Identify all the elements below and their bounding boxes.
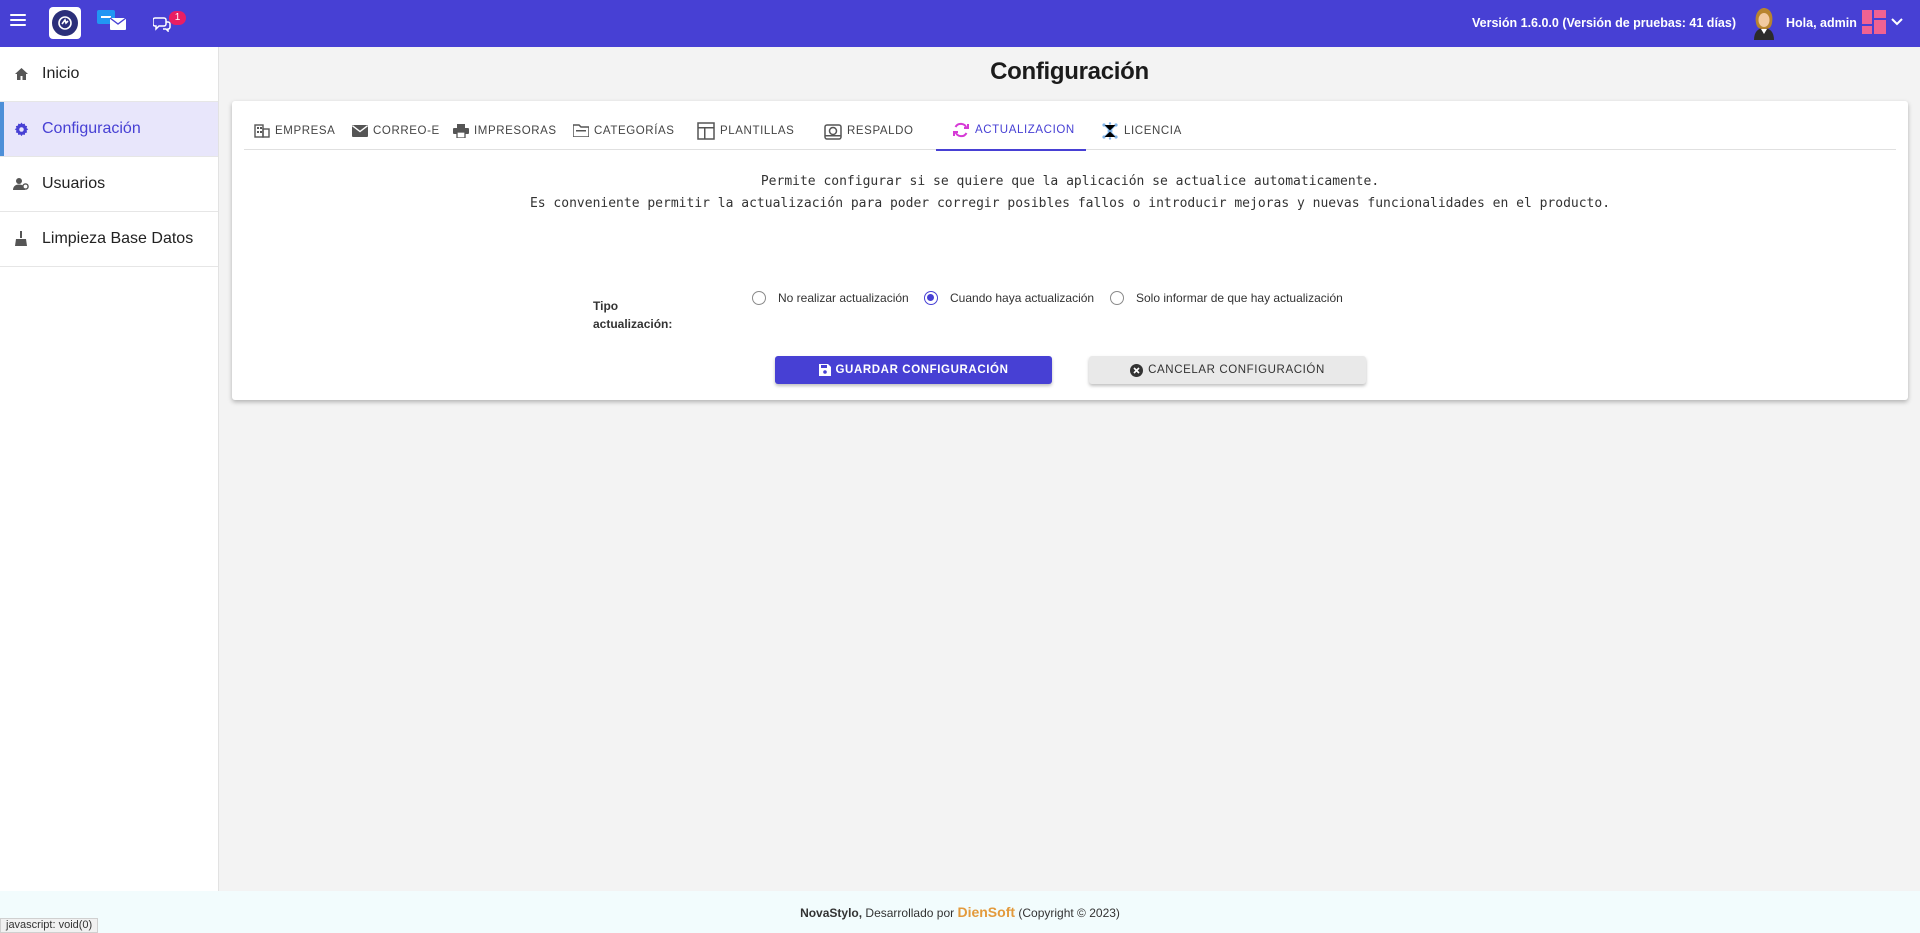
sidebar-item-inicio[interactable]: Inicio bbox=[0, 47, 218, 102]
cancel-button-label: CANCELAR CONFIGURACIÓN bbox=[1148, 364, 1325, 376]
gear-icon bbox=[13, 121, 29, 137]
users-gear-icon bbox=[13, 176, 29, 192]
settings-tabs: EMPRESA CORREO-E IMPRESORAS CATEGORÍAS P… bbox=[244, 111, 1896, 151]
messages-icon[interactable] bbox=[96, 9, 130, 33]
broom-icon bbox=[13, 231, 29, 247]
tab-categorias[interactable]: CATEGORÍAS bbox=[573, 111, 675, 150]
settings-card: EMPRESA CORREO-E IMPRESORAS CATEGORÍAS P… bbox=[232, 101, 1908, 400]
tab-impresoras[interactable]: IMPRESORAS bbox=[453, 111, 557, 150]
printer-icon bbox=[453, 123, 469, 138]
description-line: Es conveniente permitir la actualización… bbox=[529, 196, 1611, 211]
footer-copyright: (Copyright © 2023) bbox=[1015, 906, 1120, 920]
tab-actualizacion[interactable]: ACTUALIZACION bbox=[936, 111, 1086, 151]
tab-label: IMPRESORAS bbox=[474, 124, 557, 137]
version-text: Versión 1.6.0.0 (Versión de pruebas: 41 … bbox=[1471, 16, 1736, 30]
tab-label: ACTUALIZACION bbox=[975, 124, 1075, 136]
avatar[interactable] bbox=[1748, 7, 1780, 40]
radio-label: Solo informar de que hay actualización bbox=[1136, 291, 1343, 305]
backup-icon bbox=[824, 123, 842, 140]
building-icon bbox=[254, 123, 270, 138]
tab-respaldo[interactable]: RESPALDO bbox=[824, 111, 914, 150]
radio-button[interactable] bbox=[752, 291, 766, 305]
top-bar: 1 Versión 1.6.0.0 (Versión de pruebas: 4… bbox=[0, 0, 1920, 47]
license-icon bbox=[1102, 121, 1118, 140]
tab-label: LICENCIA bbox=[1124, 124, 1182, 137]
update-type-label-line: Tipo bbox=[593, 299, 619, 313]
sidebar-item-usuarios[interactable]: Usuarios bbox=[0, 157, 218, 212]
logo-mark bbox=[52, 10, 78, 36]
description: Permite configurar si se quiere que la a… bbox=[232, 171, 1908, 215]
tab-correo[interactable]: CORREO-E bbox=[352, 111, 440, 150]
tab-licencia[interactable]: LICENCIA bbox=[1101, 111, 1182, 150]
description-line: Permite configurar si se quiere que la a… bbox=[760, 174, 1380, 189]
footer-brand: NovaStylo, bbox=[800, 906, 863, 920]
sidebar-item-label: Limpieza Base Datos bbox=[42, 230, 194, 247]
greeting-text: Hola, admin bbox=[1786, 16, 1857, 30]
apps-icon[interactable] bbox=[1862, 10, 1886, 34]
tab-label: CATEGORÍAS bbox=[594, 124, 675, 137]
sidebar-item-label: Usuarios bbox=[42, 175, 106, 192]
footer-developed-by: Desarrollado por bbox=[862, 906, 958, 920]
app-logo[interactable] bbox=[49, 7, 81, 39]
radio-notify-only[interactable]: Solo informar de que hay actualización bbox=[1110, 291, 1343, 305]
envelope-icon bbox=[352, 124, 368, 137]
sidebar: Inicio Configuración Usuarios Limpieza B… bbox=[0, 47, 219, 891]
chat-badge: 1 bbox=[169, 11, 186, 25]
sidebar-item-configuracion[interactable]: Configuración bbox=[0, 102, 218, 157]
menu-icon[interactable] bbox=[10, 14, 26, 28]
radio-label: Cuando haya actualización bbox=[950, 291, 1095, 305]
home-icon bbox=[13, 66, 29, 82]
cancel-button[interactable]: CANCELAR CONFIGURACIÓN bbox=[1089, 356, 1366, 384]
sidebar-item-limpieza[interactable]: Limpieza Base Datos bbox=[0, 212, 218, 267]
sync-icon bbox=[953, 122, 969, 138]
tab-label: EMPRESA bbox=[275, 124, 336, 137]
tab-label: RESPALDO bbox=[847, 124, 914, 137]
template-icon bbox=[697, 121, 715, 140]
radio-no-update[interactable]: No realizar actualización bbox=[752, 291, 909, 305]
chevron-down-icon[interactable] bbox=[1891, 18, 1903, 26]
save-icon bbox=[818, 364, 831, 376]
tab-plantillas[interactable]: PLANTILLAS bbox=[697, 111, 794, 150]
radio-button[interactable] bbox=[924, 291, 938, 305]
tab-label: CORREO-E bbox=[373, 124, 440, 137]
radio-when-available[interactable]: Cuando haya actualización bbox=[924, 291, 1094, 305]
footer-developer-link[interactable]: DienSoft bbox=[957, 904, 1015, 920]
sidebar-item-label: Configuración bbox=[42, 120, 141, 137]
update-type-label: Tipo actualización: bbox=[593, 297, 683, 333]
footer: NovaStylo, Desarrollado por DienSoft (Co… bbox=[0, 891, 1920, 933]
sidebar-item-label: Inicio bbox=[42, 65, 80, 82]
save-button-label: GUARDAR CONFIGURACIÓN bbox=[835, 364, 1009, 376]
status-bar: javascript: void(0) bbox=[0, 918, 99, 933]
page-title: Configuración bbox=[990, 58, 1149, 85]
close-circle-icon bbox=[1130, 363, 1144, 377]
tab-label: PLANTILLAS bbox=[720, 124, 795, 137]
radio-label: No realizar actualización bbox=[778, 291, 909, 305]
update-type-label-line: actualización: bbox=[593, 317, 673, 331]
tab-empresa[interactable]: EMPRESA bbox=[254, 111, 335, 150]
folder-icon bbox=[573, 124, 589, 137]
save-button[interactable]: GUARDAR CONFIGURACIÓN bbox=[775, 356, 1052, 384]
radio-button[interactable] bbox=[1110, 291, 1124, 305]
